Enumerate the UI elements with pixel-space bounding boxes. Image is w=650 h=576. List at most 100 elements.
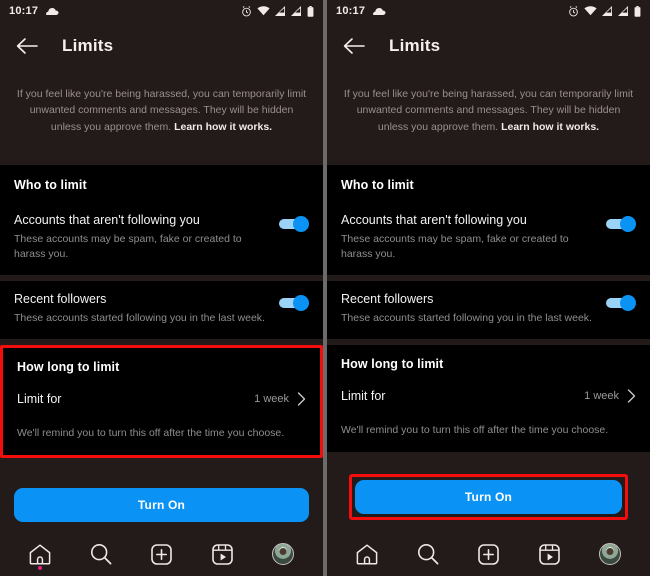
- avatar: [271, 543, 294, 565]
- how-long-to-limit-header: How long to limit: [3, 348, 320, 386]
- limit-for-value: 1 week: [584, 390, 619, 403]
- wifi-icon: [584, 6, 597, 16]
- page-title: Limits: [62, 36, 114, 55]
- cta-area: Turn On: [327, 462, 650, 532]
- toggle-recent-followers[interactable]: [606, 295, 636, 312]
- how-long-to-limit-header: How long to limit: [327, 345, 650, 383]
- who-to-limit-header: Who to limit: [0, 164, 323, 202]
- screenshot-root: 10:17 Limits If you feel like you're bei…: [0, 0, 650, 576]
- status-bar-icons: [241, 5, 314, 17]
- row-texts: Recent followers These accounts started …: [14, 291, 279, 326]
- nav-item-reels[interactable]: [201, 537, 243, 571]
- nav-item-home[interactable]: [19, 537, 61, 571]
- status-bar: 10:17: [327, 0, 650, 22]
- learn-how-it-works-link[interactable]: Learn how it works.: [174, 121, 272, 133]
- nav-item-search[interactable]: [407, 537, 449, 571]
- toggle-knob: [293, 215, 309, 232]
- search-icon: [417, 543, 439, 565]
- cloud-icon: [46, 7, 59, 16]
- status-bar: 10:17: [0, 0, 323, 22]
- toggle-knob: [293, 295, 309, 312]
- toggle-accounts-not-following[interactable]: [279, 215, 309, 232]
- nav-item-profile[interactable]: [589, 537, 631, 571]
- chevron-right-icon: [297, 392, 306, 406]
- nav-item-search[interactable]: [80, 537, 122, 571]
- chevron-right-icon: [627, 389, 636, 403]
- how-long-to-limit-title: How long to limit: [341, 357, 444, 372]
- row-recent-followers[interactable]: Recent followers These accounts started …: [0, 281, 323, 340]
- signal-icon: [602, 6, 613, 16]
- status-bar-time: 10:17: [9, 5, 39, 17]
- row-title: Accounts that aren't following you: [14, 212, 200, 227]
- reels-icon: [538, 543, 560, 565]
- panel-left: 10:17 Limits If you feel like you're bei…: [0, 0, 323, 576]
- app-bar: Limits: [327, 22, 650, 70]
- turn-on-button[interactable]: Turn On: [355, 480, 622, 514]
- status-bar-icons: [568, 5, 641, 17]
- battery-icon: [307, 5, 314, 17]
- highlight-box-turn-on-button: Turn On: [349, 474, 628, 520]
- content-spacer: [0, 134, 323, 165]
- panel-right: 10:17 Limits If you feel like you're bei…: [327, 0, 650, 576]
- limit-for-label: Limit for: [17, 392, 62, 407]
- limit-for-label: Limit for: [341, 389, 386, 404]
- row-title: Accounts that aren't following you: [341, 212, 527, 227]
- search-icon: [90, 543, 112, 565]
- how-long-to-limit-card: How long to limit Limit for 1 week We'll…: [3, 348, 320, 455]
- row-title: Recent followers: [341, 292, 434, 307]
- cta-area: Turn On: [0, 478, 323, 532]
- signal-icon: [618, 6, 629, 16]
- who-to-limit-header: Who to limit: [327, 164, 650, 202]
- row-subtitle: These accounts may be spam, fake or crea…: [14, 232, 242, 260]
- nav-item-create[interactable]: [140, 537, 182, 571]
- how-long-to-limit-title: How long to limit: [17, 360, 120, 375]
- row-texts: Accounts that aren't following you These…: [341, 212, 606, 262]
- how-long-to-limit-note: We'll remind you to turn this off after …: [17, 427, 285, 440]
- row-texts: Recent followers These accounts started …: [341, 291, 606, 326]
- how-long-to-limit-card: How long to limit Limit for 1 week We'll…: [327, 345, 650, 452]
- settings-content: Who to limit Accounts that aren't follow…: [327, 134, 650, 462]
- plus-square-icon: [151, 543, 172, 565]
- home-icon: [356, 543, 378, 565]
- row-accounts-not-following[interactable]: Accounts that aren't following you These…: [327, 201, 650, 276]
- nav-item-home[interactable]: [346, 537, 388, 571]
- status-bar-time: 10:17: [336, 5, 366, 17]
- turn-on-button[interactable]: Turn On: [14, 488, 309, 522]
- limit-for-value: 1 week: [254, 393, 289, 406]
- page-title: Limits: [389, 36, 441, 55]
- alarm-icon: [568, 5, 579, 17]
- bottom-nav: [0, 532, 323, 576]
- toggle-accounts-not-following[interactable]: [606, 215, 636, 232]
- home-notification-dot: [38, 566, 43, 570]
- toggle-recent-followers[interactable]: [279, 295, 309, 312]
- content-spacer: [327, 134, 650, 165]
- learn-how-it-works-link[interactable]: Learn how it works.: [501, 121, 599, 133]
- row-subtitle: These accounts started following you in …: [14, 311, 265, 324]
- row-title: Recent followers: [14, 292, 107, 307]
- row-subtitle: These accounts started following you in …: [341, 311, 592, 324]
- signal-icon: [291, 6, 302, 16]
- avatar: [598, 543, 621, 565]
- how-long-to-limit-note: We'll remind you to turn this off after …: [341, 424, 609, 437]
- nav-item-profile[interactable]: [262, 537, 304, 571]
- nav-item-reels[interactable]: [528, 537, 570, 571]
- toggle-knob: [620, 215, 636, 232]
- row-recent-followers[interactable]: Recent followers These accounts started …: [327, 281, 650, 340]
- plus-square-icon: [478, 543, 499, 565]
- limit-for-row[interactable]: Limit for 1 week: [327, 383, 650, 411]
- limit-for-row[interactable]: Limit for 1 week: [3, 386, 320, 414]
- row-accounts-not-following[interactable]: Accounts that aren't following you These…: [0, 201, 323, 276]
- back-arrow-icon[interactable]: [341, 33, 367, 59]
- alarm-icon: [241, 5, 252, 17]
- who-to-limit-title: Who to limit: [14, 177, 87, 192]
- toggle-knob: [620, 295, 636, 312]
- nav-item-create[interactable]: [467, 537, 509, 571]
- intro-description: If you feel like you're being harassed, …: [0, 70, 323, 135]
- app-bar: Limits: [0, 22, 323, 70]
- settings-content: Who to limit Accounts that aren't follow…: [0, 134, 323, 478]
- signal-icon: [275, 6, 286, 16]
- back-arrow-icon[interactable]: [14, 33, 40, 59]
- row-subtitle: These accounts may be spam, fake or crea…: [341, 232, 569, 260]
- battery-icon: [634, 5, 641, 17]
- row-texts: Accounts that aren't following you These…: [14, 212, 279, 262]
